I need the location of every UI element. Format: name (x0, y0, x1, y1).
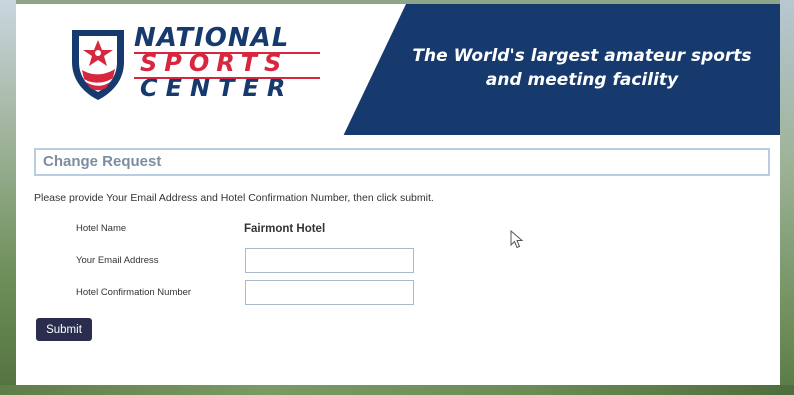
logo-rule-top (134, 52, 320, 54)
header-tagline: The World's largest amateur sports and m… (412, 46, 752, 90)
background-bottom-edge (0, 385, 794, 395)
background-right-edge (780, 0, 794, 395)
logo-line-national: NATIONAL (134, 23, 290, 53)
site-header: NATIONAL SPORTS CENTER The World's large… (16, 4, 780, 135)
logo-line-center: CENTER (140, 74, 294, 102)
section-title: Change Request (34, 148, 770, 176)
page-container: NATIONAL SPORTS CENTER The World's large… (16, 4, 780, 385)
logo-rule-bottom (134, 77, 320, 79)
shield-star-logo-icon (72, 30, 124, 100)
logo-wordmark: NATIONAL SPORTS CENTER (134, 23, 294, 102)
email-label: Your Email Address (76, 255, 159, 266)
mouse-pointer-icon (510, 230, 524, 249)
logo-panel: NATIONAL SPORTS CENTER (16, 4, 406, 135)
submit-button[interactable]: Submit (36, 318, 92, 341)
confirmation-number-label: Hotel Confirmation Number (76, 287, 192, 298)
background-left-edge (0, 0, 16, 395)
email-input[interactable] (245, 248, 414, 273)
confirmation-number-input[interactable] (245, 280, 414, 305)
instructions-text: Please provide Your Email Address and Ho… (34, 192, 434, 204)
hotel-name-label: Hotel Name (76, 223, 127, 234)
hotel-name-value: Fairmont Hotel (244, 223, 326, 235)
logo-line-sports: SPORTS (140, 49, 289, 77)
